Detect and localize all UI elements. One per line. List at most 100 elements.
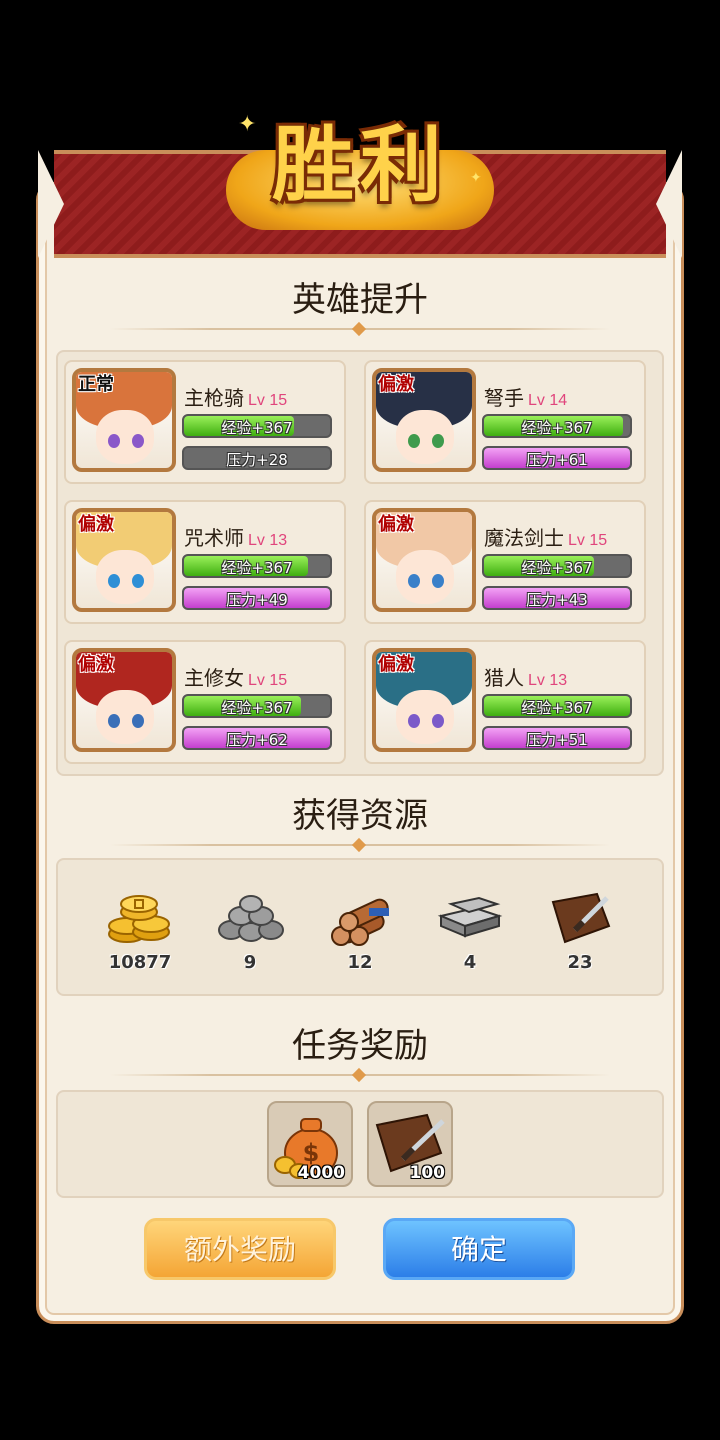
pressure-text: 压力+28 (226, 451, 288, 469)
hero-face (396, 690, 454, 744)
hero-eye (132, 574, 144, 588)
hero-eye (408, 574, 420, 588)
hero-name: 魔法剑士 (484, 528, 564, 550)
banner-tail-right (656, 150, 682, 258)
pressure-text: 压力+62 (226, 731, 288, 749)
hero-face (396, 550, 454, 604)
exp-text: 经验+367 (521, 559, 593, 577)
wood-logs-icon (325, 886, 395, 948)
hero-eye (132, 434, 144, 448)
exp-bar: 经验+367 (482, 414, 632, 438)
section-title-heroes: 英雄提升 (292, 281, 428, 319)
hero-card[interactable]: 正常 主枪骑 Lv 15 经验+367 压力+28 (64, 360, 346, 484)
hero-mood: 偏激 (378, 514, 414, 535)
resource-count: 9 (243, 952, 257, 973)
hero-name-row: 猎人 Lv 13 (484, 662, 567, 691)
hero-name: 猎人 (484, 668, 524, 690)
resource-count: 23 (567, 952, 593, 973)
hero-name: 弩手 (484, 388, 524, 410)
exp-text: 经验+367 (221, 559, 293, 577)
hero-name: 咒术师 (184, 528, 244, 550)
resource-count: 4 (463, 952, 477, 973)
resource-gold: 10877 (100, 886, 180, 973)
pressure-bar: 压力+49 (182, 586, 332, 610)
hero-mood: 正常 (78, 374, 114, 395)
hero-level: Lv 13 (528, 672, 568, 689)
hero-name: 主枪骑 (184, 388, 244, 410)
pressure-text: 压力+51 (526, 731, 588, 749)
sparkle-icon: ✦ (238, 112, 257, 137)
reward-qty: 100 (409, 1163, 446, 1183)
victory-title: 胜利 (271, 117, 448, 213)
hero-eye (108, 574, 120, 588)
resource-wood: 12 (320, 886, 400, 973)
hero-face (96, 550, 154, 604)
hero-eye (432, 574, 444, 588)
pressure-text: 压力+43 (526, 591, 588, 609)
hero-eye (108, 714, 120, 728)
hero-portrait: 正常 (72, 368, 176, 472)
exp-bar: 经验+367 (182, 554, 332, 578)
reward-slot-money[interactable]: $ 4000 (267, 1101, 353, 1187)
hero-card[interactable]: 偏激 弩手 Lv 14 经验+367 压力+61 (364, 360, 646, 484)
exp-text: 经验+367 (521, 699, 593, 717)
extra-reward-button[interactable]: 额外奖励 (144, 1218, 336, 1280)
hero-eye (108, 434, 120, 448)
resource-leather: 23 (540, 886, 620, 973)
exp-text: 经验+367 (221, 699, 293, 717)
hero-portrait: 偏激 (72, 648, 176, 752)
pressure-bar: 压力+28 (182, 446, 332, 470)
hero-level: Lv 15 (248, 392, 288, 409)
resource-stone: 9 (210, 886, 290, 973)
hero-name-row: 魔法剑士 Lv 15 (484, 522, 607, 551)
hero-portrait: 偏激 (372, 368, 476, 472)
hero-face (96, 410, 154, 464)
hero-eye (432, 434, 444, 448)
pressure-bar: 压力+51 (482, 726, 632, 750)
exp-text: 经验+367 (221, 419, 293, 437)
hero-portrait: 偏激 (372, 508, 476, 612)
exp-bar: 经验+367 (482, 554, 632, 578)
pressure-bar: 压力+43 (482, 586, 632, 610)
hero-mood: 偏激 (78, 514, 114, 535)
exp-bar: 经验+367 (182, 414, 332, 438)
exp-bar: 经验+367 (182, 694, 332, 718)
resource-count: 10877 (108, 952, 172, 973)
hero-face (96, 690, 154, 744)
hero-card[interactable]: 偏激 魔法剑士 Lv 15 经验+367 压力+43 (364, 500, 646, 624)
exp-bar: 经验+367 (482, 694, 632, 718)
stone-pile-icon (215, 886, 285, 948)
resource-count: 12 (347, 952, 373, 973)
pressure-text: 压力+61 (526, 451, 588, 469)
hero-level: Lv 14 (528, 392, 568, 409)
iron-ingot-icon (435, 886, 505, 948)
hero-name-row: 主修女 Lv 15 (184, 662, 287, 691)
reward-qty: 4000 (297, 1163, 345, 1183)
hero-eye (408, 434, 420, 448)
hero-name-row: 咒术师 Lv 13 (184, 522, 287, 551)
hero-card[interactable]: 偏激 猎人 Lv 13 经验+367 压力+51 (364, 640, 646, 764)
pressure-bar: 压力+62 (182, 726, 332, 750)
hero-name-row: 弩手 Lv 14 (484, 382, 567, 411)
hero-level: Lv 13 (248, 532, 288, 549)
quest-reward-box (56, 1090, 664, 1198)
hero-level: Lv 15 (568, 532, 608, 549)
hero-level: Lv 15 (248, 672, 288, 689)
hero-card[interactable]: 偏激 主修女 Lv 15 经验+367 压力+62 (64, 640, 346, 764)
section-title-quest: 任务奖励 (292, 1027, 428, 1065)
resource-iron: 4 (430, 886, 510, 973)
confirm-button[interactable]: 确定 (383, 1218, 575, 1280)
sparkle-icon: ✦ (470, 170, 482, 186)
hero-eye (408, 714, 420, 728)
hero-mood: 偏激 (378, 374, 414, 395)
reward-slot-leather[interactable]: 100 (367, 1101, 453, 1187)
hero-name-row: 主枪骑 Lv 15 (184, 382, 287, 411)
hero-eye (132, 714, 144, 728)
hero-card[interactable]: 偏激 咒术师 Lv 13 经验+367 压力+49 (64, 500, 346, 624)
section-title-resources: 获得资源 (292, 797, 428, 835)
banner-tail-left (38, 150, 64, 258)
hero-eye (432, 714, 444, 728)
hero-name: 主修女 (184, 668, 244, 690)
gold-coins-icon (105, 886, 175, 948)
exp-text: 经验+367 (521, 419, 593, 437)
